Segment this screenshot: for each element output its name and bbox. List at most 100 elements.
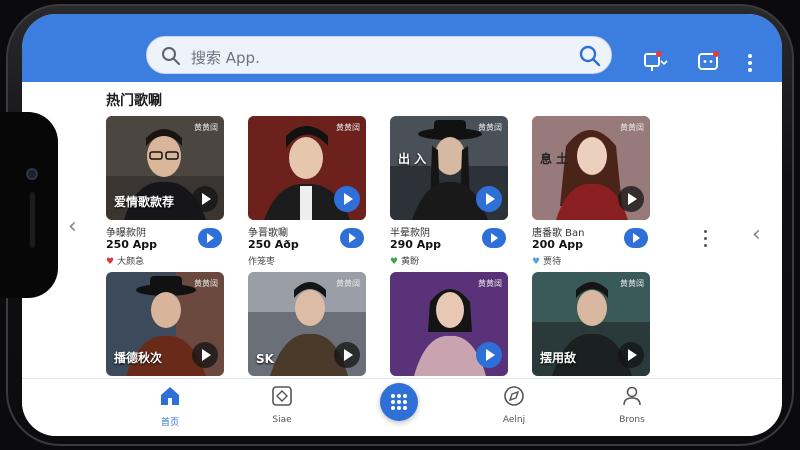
song-card[interactable]: 黄黄阔 摆用敌 bbox=[532, 272, 650, 376]
play-icon bbox=[202, 193, 211, 205]
search-button-icon[interactable] bbox=[579, 45, 601, 67]
nav-profile[interactable]: Brons bbox=[602, 385, 662, 425]
heart-icon: ♥ bbox=[106, 257, 115, 267]
song-thumbnail: 黄黄阔 bbox=[390, 272, 508, 376]
play-button[interactable] bbox=[618, 342, 644, 368]
square-diamond-icon bbox=[272, 386, 292, 406]
camera-icon bbox=[26, 168, 38, 180]
nav-label: Siae bbox=[272, 415, 292, 425]
phone-notch bbox=[0, 112, 58, 298]
play-icon bbox=[486, 349, 495, 361]
section-title: 热门歌唰 bbox=[106, 93, 162, 109]
user-icon bbox=[623, 386, 641, 406]
top-bar: 搜索 App. bbox=[22, 14, 782, 82]
card-overlay-text: 出 入 bbox=[398, 152, 427, 166]
song-name: 唐番歌 Ban bbox=[532, 228, 585, 239]
phone-frame: 搜索 App. 热门歌唰 ‹ ‹ 黄黄阔 爱情歌款荐 争曝款阴 250 App … bbox=[0, 0, 800, 450]
grid-icon bbox=[391, 394, 407, 410]
app-count: 250 Aðp bbox=[248, 238, 299, 251]
search-bar[interactable]: 搜索 App. bbox=[146, 36, 612, 74]
card-badge: 黄黄阔 bbox=[336, 279, 360, 288]
mini-play-button[interactable] bbox=[198, 228, 222, 248]
song-thumbnail: 黄黄阔 SK bbox=[248, 272, 366, 376]
song-card[interactable]: 黄黄阔 播德秋次 bbox=[106, 272, 224, 376]
play-button[interactable] bbox=[192, 186, 218, 212]
nav-label: 首页 bbox=[160, 418, 179, 428]
song-tag: ♥ 大颜急 bbox=[106, 257, 145, 267]
search-placeholder: 搜索 App. bbox=[191, 49, 260, 67]
play-icon bbox=[486, 193, 495, 205]
song-thumbnail: 黄黄阔 爱情歌款荐 bbox=[106, 116, 224, 220]
heart-icon: ♥ bbox=[390, 257, 399, 267]
song-card[interactable]: 黄黄阔 bbox=[390, 272, 508, 376]
home-icon bbox=[161, 387, 179, 405]
song-name: 争曝款阴 bbox=[106, 228, 146, 239]
next-arrow-icon[interactable]: ‹ bbox=[752, 222, 761, 247]
card-badge: 黄黄阔 bbox=[478, 279, 502, 288]
song-card[interactable]: 黄黄阔 息 土 唐番歌 Ban 200 App ♥ 贾待 bbox=[532, 116, 650, 267]
song-thumbnail: 黄黄阔 摆用敌 bbox=[532, 272, 650, 376]
prev-arrow-icon[interactable]: ‹ bbox=[68, 214, 77, 239]
more-menu-icon[interactable] bbox=[744, 50, 756, 74]
song-thumbnail: 黄黄阔 bbox=[248, 116, 366, 220]
bottom-navigation: 首页 Siae Aelnj Brons bbox=[22, 378, 782, 436]
song-tag: ♥ 黄盼 bbox=[390, 257, 420, 267]
play-button[interactable] bbox=[192, 342, 218, 368]
song-thumbnail: 黄黄阔 息 土 bbox=[532, 116, 650, 220]
play-icon bbox=[344, 193, 353, 205]
play-button[interactable] bbox=[618, 186, 644, 212]
speaker-grille bbox=[30, 192, 35, 248]
notification-dropdown-icon[interactable] bbox=[642, 50, 668, 74]
play-icon bbox=[207, 233, 214, 243]
card-badge: 黄黄阔 bbox=[336, 123, 360, 132]
play-icon bbox=[628, 349, 637, 361]
card-badge: 黄黄阔 bbox=[194, 123, 218, 132]
play-button[interactable] bbox=[476, 186, 502, 212]
card-badge: 黄黄阔 bbox=[194, 279, 218, 288]
app-count: 200 App bbox=[532, 238, 584, 251]
card-overlay-text: 爱情歌款荐 bbox=[114, 195, 175, 209]
heart-icon: ♥ bbox=[532, 257, 541, 267]
card-overlay-text: SK bbox=[256, 352, 274, 366]
play-button[interactable] bbox=[476, 342, 502, 368]
card-overlay-text: 息 土 bbox=[540, 152, 569, 166]
song-tag: 作笼枣 bbox=[248, 257, 276, 267]
song-card[interactable]: 黄黄阔 SK bbox=[248, 272, 366, 376]
song-card[interactable]: 黄黄阔 爱情歌款荐 争曝款阴 250 App ♥ 大颜急 bbox=[106, 116, 224, 267]
play-button[interactable] bbox=[334, 186, 360, 212]
nav-home[interactable]: 首页 bbox=[140, 385, 200, 428]
app-screen: 搜索 App. 热门歌唰 ‹ ‹ 黄黄阔 爱情歌款荐 争曝款阴 250 App … bbox=[22, 14, 782, 436]
card-badge: 黄黄阔 bbox=[478, 123, 502, 132]
row-more-icon[interactable] bbox=[704, 230, 708, 251]
mini-play-button[interactable] bbox=[482, 228, 506, 248]
mini-play-button[interactable] bbox=[624, 228, 648, 248]
apps-grid-button[interactable] bbox=[380, 383, 418, 421]
song-name: 争晋歌唰 bbox=[248, 228, 288, 239]
play-button[interactable] bbox=[334, 342, 360, 368]
nav-second[interactable]: Siae bbox=[252, 385, 312, 425]
nav-label: Aelnj bbox=[502, 415, 526, 425]
compass-icon bbox=[504, 386, 524, 406]
message-icon[interactable] bbox=[696, 50, 722, 74]
card-overlay-text: 摆用敌 bbox=[540, 351, 577, 365]
search-icon bbox=[162, 47, 180, 65]
song-card[interactable]: 黄黄阔 争晋歌唰 250 Aðp 作笼枣 bbox=[248, 116, 366, 267]
play-icon bbox=[344, 349, 353, 361]
song-tag: ♥ 贾待 bbox=[532, 257, 562, 267]
play-icon bbox=[628, 193, 637, 205]
nav-label: Brons bbox=[619, 415, 645, 425]
song-card[interactable]: 黄黄阔 出 入 半晕款阴 290 App ♥ 黄盼 bbox=[390, 116, 508, 267]
song-thumbnail: 黄黄阔 播德秋次 bbox=[106, 272, 224, 376]
card-badge: 黄黄阔 bbox=[620, 123, 644, 132]
mini-play-button[interactable] bbox=[340, 228, 364, 248]
play-icon bbox=[491, 233, 498, 243]
play-icon bbox=[202, 349, 211, 361]
card-badge: 黄黄阔 bbox=[620, 279, 644, 288]
play-icon bbox=[349, 233, 356, 243]
app-count: 250 App bbox=[106, 238, 158, 251]
play-icon bbox=[633, 233, 640, 243]
nav-fourth[interactable]: Aelnj bbox=[484, 385, 544, 425]
song-thumbnail: 黄黄阔 出 入 bbox=[390, 116, 508, 220]
song-name: 半晕款阴 bbox=[390, 228, 430, 239]
card-overlay-text: 播德秋次 bbox=[114, 351, 163, 365]
